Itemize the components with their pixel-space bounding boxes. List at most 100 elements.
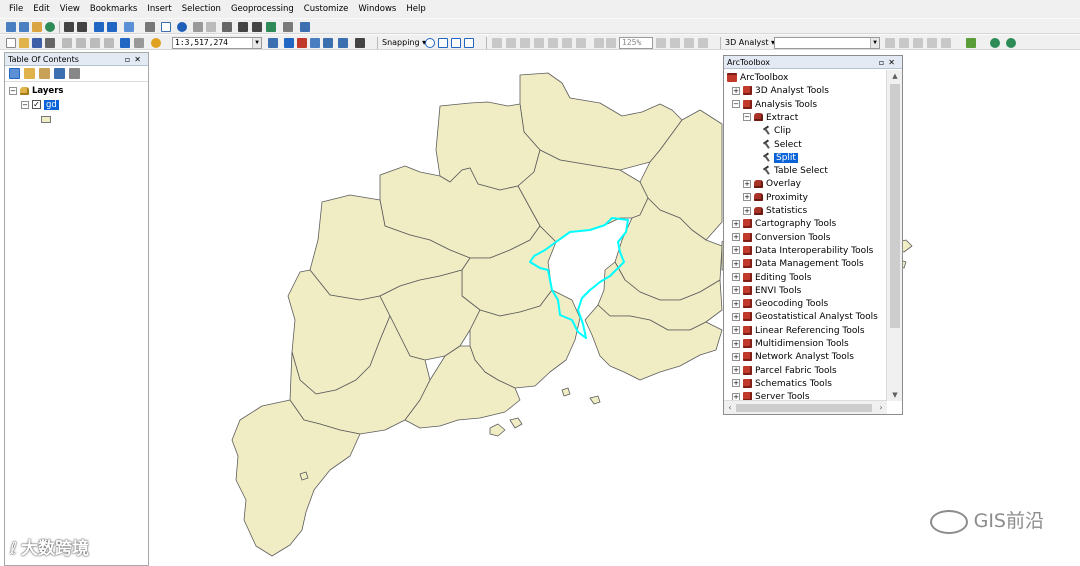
polygon-symbol-icon[interactable] [41, 116, 51, 123]
layout-tool-icon[interactable] [562, 38, 572, 48]
georef-tool-icon[interactable] [506, 38, 516, 48]
toolbox-item-extract[interactable]: − Extract [743, 112, 798, 125]
layout-tool-icon[interactable] [594, 38, 604, 48]
toolbox-item-linear-referencing-tools[interactable]: + Linear Referencing Tools [732, 325, 865, 338]
toolbox-item-parcel-fabric-tools[interactable]: + Parcel Fabric Tools [732, 365, 837, 378]
select-features-icon[interactable] [124, 22, 134, 32]
layout-tool-icon[interactable] [684, 38, 694, 48]
toolbox-item-overlay[interactable]: + Overlay [743, 178, 801, 191]
time-slider-icon[interactable] [283, 22, 293, 32]
map-region[interactable] [489, 423, 506, 437]
find-icon[interactable] [238, 22, 248, 32]
pan-icon[interactable] [32, 22, 42, 32]
toolbox-item-schematics-tools[interactable]: + Schematics Tools [732, 378, 832, 391]
expand-icon[interactable]: + [732, 246, 740, 255]
zoom-in-icon[interactable] [6, 22, 16, 32]
toolbox-horizontal-scrollbar[interactable]: ‹ › [724, 400, 887, 414]
close-icon[interactable]: ✕ [134, 55, 145, 64]
measure-icon[interactable] [222, 22, 232, 32]
3d-tool-icon[interactable] [941, 38, 951, 48]
expand-icon[interactable]: + [732, 286, 740, 295]
menu-help[interactable]: Help [401, 0, 430, 18]
options-icon[interactable] [69, 68, 80, 79]
menu-view[interactable]: View [55, 0, 85, 18]
layer-name[interactable]: gd [44, 100, 59, 110]
save-icon[interactable] [32, 38, 42, 48]
georef-tool-icon[interactable] [492, 38, 502, 48]
expand-icon[interactable]: + [732, 312, 740, 321]
list-by-source-icon[interactable] [24, 68, 35, 79]
expand-icon[interactable]: + [743, 193, 751, 202]
expand-icon[interactable]: + [732, 352, 740, 361]
expand-icon[interactable]: + [732, 326, 740, 335]
expand-icon[interactable]: + [732, 339, 740, 348]
arcglobe-icon[interactable] [1006, 38, 1016, 48]
expand-icon[interactable]: + [732, 299, 740, 308]
collapse-icon[interactable]: − [743, 113, 751, 122]
3d-analyst-menu[interactable]: 3D Analyst ▾ [725, 35, 775, 50]
toc-window-icon[interactable] [284, 38, 294, 48]
end-snapping-icon[interactable] [438, 38, 448, 48]
hyperlink-icon[interactable] [193, 22, 203, 32]
find-route-icon[interactable] [252, 22, 262, 32]
catalog-window-icon[interactable] [323, 38, 333, 48]
georef-tool-icon[interactable] [548, 38, 558, 48]
layout-tool-icon[interactable] [670, 38, 680, 48]
zoom-combo[interactable]: 125% [619, 37, 653, 49]
map-region[interactable] [561, 387, 571, 397]
viewer-window-icon[interactable] [300, 22, 310, 32]
toolbox-item-data-interoperability-tools[interactable]: + Data Interoperability Tools [732, 245, 873, 258]
clear-selection-icon[interactable] [145, 22, 155, 32]
menu-bookmarks[interactable]: Bookmarks [85, 0, 143, 18]
toolbox-item-conversion-tools[interactable]: + Conversion Tools [732, 232, 831, 245]
menu-customize[interactable]: Customize [299, 0, 354, 18]
toolbox-item-split[interactable]: Split [762, 152, 798, 165]
3d-tool-icon[interactable] [899, 38, 909, 48]
3d-tool-icon[interactable] [913, 38, 923, 48]
scroll-up-icon[interactable]: ▲ [887, 70, 903, 82]
point-snapping-icon[interactable] [425, 38, 435, 48]
collapse-icon[interactable]: − [9, 86, 17, 95]
toc-layers-root[interactable]: − Layers [9, 85, 63, 97]
profile-graph-icon[interactable] [966, 38, 976, 48]
fixed-zoom-in-icon[interactable] [64, 22, 74, 32]
paste-icon[interactable] [90, 38, 100, 48]
collapse-icon[interactable]: − [21, 100, 29, 109]
3d-tool-icon[interactable] [927, 38, 937, 48]
toolbox-vertical-scrollbar[interactable]: ▲ ▼ [886, 70, 902, 401]
chevron-down-icon[interactable]: ▼ [252, 38, 261, 48]
editor-toolbar-icon[interactable] [268, 38, 278, 48]
expand-icon[interactable]: + [732, 233, 740, 242]
select-elements-icon[interactable] [161, 22, 171, 32]
search-window-icon[interactable] [338, 38, 348, 48]
model-builder-icon[interactable] [355, 38, 365, 48]
scroll-thumb[interactable] [736, 404, 872, 412]
print-icon[interactable] [45, 38, 55, 48]
goto-xy-icon[interactable] [266, 22, 276, 32]
georef-tool-icon[interactable] [520, 38, 530, 48]
edge-snapping-icon[interactable] [464, 38, 474, 48]
scroll-left-icon[interactable]: ‹ [724, 401, 736, 415]
toolbox-item-multidimension-tools[interactable]: + Multidimension Tools [732, 338, 849, 351]
layer-visibility-checkbox[interactable]: ✓ [32, 100, 41, 109]
toolbox-root[interactable]: ArcToolbox [727, 72, 788, 85]
expand-icon[interactable]: + [732, 86, 740, 95]
3d-analyst-layer-combo[interactable]: ▼ [774, 37, 880, 49]
python-icon[interactable] [310, 38, 320, 48]
menu-insert[interactable]: Insert [142, 0, 176, 18]
vertex-snapping-icon[interactable] [451, 38, 461, 48]
chevron-down-icon[interactable]: ▼ [870, 38, 879, 48]
menu-windows[interactable]: Windows [353, 0, 401, 18]
close-icon[interactable]: ✕ [888, 58, 899, 67]
toolbox-item-envi-tools[interactable]: + ENVI Tools [732, 285, 801, 298]
toolbox-item-cartography-tools[interactable]: + Cartography Tools [732, 218, 836, 231]
toolbox-item-clip[interactable]: Clip [762, 125, 791, 138]
toolbox-item-data-management-tools[interactable]: + Data Management Tools [732, 258, 864, 271]
auto-hide-icon[interactable]: ▫ [125, 55, 134, 64]
copy-icon[interactable] [76, 38, 86, 48]
cut-icon[interactable] [62, 38, 72, 48]
toolbox-tree[interactable]: ArcToolbox +3D Analyst Tools − Analysis To… [724, 70, 887, 401]
arctoolbox-icon[interactable] [297, 38, 307, 48]
delete-icon[interactable] [104, 38, 114, 48]
layout-tool-icon[interactable] [606, 38, 616, 48]
